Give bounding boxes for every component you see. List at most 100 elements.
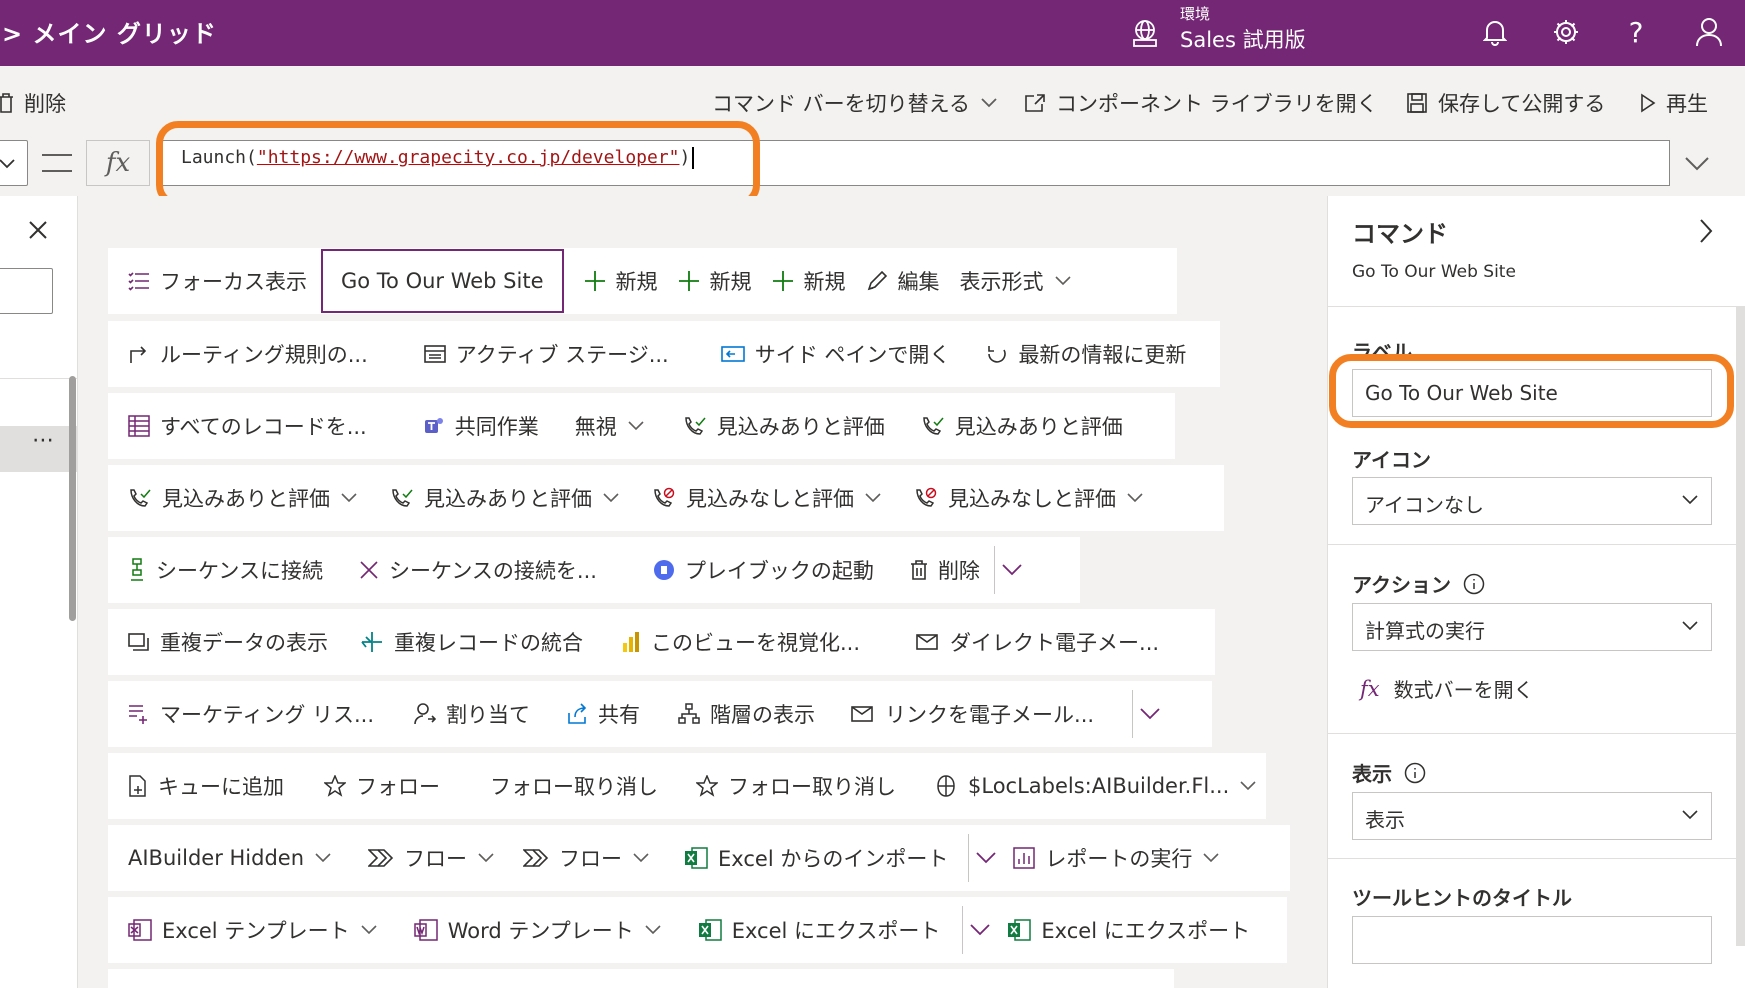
command-marketing-list[interactable]: マーケティング リス...: [108, 681, 374, 747]
tooltip-title-input[interactable]: [1352, 916, 1712, 964]
command-disqualify[interactable]: 見込みなしと評価: [620, 465, 882, 531]
icon-heading-text: アイコン: [1352, 448, 1431, 472]
fx-icon[interactable]: fx: [86, 140, 150, 186]
equals-icon: [42, 154, 72, 172]
queue-add-icon: [129, 775, 146, 797]
command-add-to-queue[interactable]: キューに追加: [108, 753, 284, 819]
help-icon[interactable]: ?: [1619, 15, 1653, 49]
command-assign[interactable]: 割り当て: [374, 681, 530, 747]
command-all-records[interactable]: すべてのレコードを...: [108, 393, 367, 459]
command-export-excel[interactable]: Excel にエクスポート: [991, 897, 1250, 963]
command-label: フロー: [559, 847, 623, 871]
visibility-dropdown[interactable]: 表示: [1352, 792, 1712, 840]
command-label: フォロー: [356, 775, 440, 799]
command-word-template[interactable]: Word テンプレート: [378, 897, 662, 963]
studio-command-bar: 削除 コマンド バーを切り替える コンポーネント ライブラリを開く 保存して公開…: [0, 66, 1745, 136]
command-disconnect-sequence[interactable]: シーケンスの接続を...: [323, 537, 597, 603]
command-new[interactable]: 新規: [752, 248, 846, 314]
command-merge-duplicates[interactable]: 重複レコードの統合: [328, 609, 583, 675]
command-new[interactable]: 新規: [564, 248, 658, 314]
command-unfollow[interactable]: フォロー取り消し: [440, 753, 658, 819]
command-qualify[interactable]: 見込みありと評価: [885, 393, 1123, 459]
chevron-right-icon[interactable]: [1698, 218, 1714, 244]
action-dropdown[interactable]: 計算式の実行: [1352, 603, 1712, 651]
command-refresh[interactable]: 最新の情報に更新: [950, 321, 1186, 387]
command-disqualify[interactable]: 見込みなしと評価: [882, 465, 1144, 531]
command-launch-playbook[interactable]: プレイブックの起動: [597, 537, 874, 603]
command-focus-view[interactable]: フォーカス表示: [108, 248, 307, 314]
environment-icon[interactable]: [1128, 16, 1162, 50]
command-routing-rule[interactable]: ルーティング規則の...: [108, 321, 368, 387]
save-and-publish-button[interactable]: 保存して公開する: [1406, 88, 1605, 118]
command-display-format[interactable]: 表示形式: [940, 248, 1072, 314]
info-icon[interactable]: [1404, 762, 1426, 784]
command-share[interactable]: 共有: [530, 681, 640, 747]
command-active-stage[interactable]: アクティブ ステージ...: [368, 321, 669, 387]
close-icon[interactable]: [28, 220, 48, 240]
command-unfollow[interactable]: フォロー取り消し: [658, 753, 896, 819]
gear-icon[interactable]: [1549, 15, 1583, 49]
command-new[interactable]: 新規: [658, 248, 752, 314]
command-direct-email[interactable]: ダイレクト電子メー...: [860, 609, 1159, 675]
user-icon[interactable]: [1692, 15, 1726, 49]
icon-dropdown[interactable]: アイコンなし: [1352, 477, 1712, 525]
more-options-icon[interactable]: ⋯: [32, 428, 54, 453]
star-icon: [324, 775, 346, 797]
overflow-chevron-button[interactable]: [1133, 681, 1161, 747]
text-caret: [692, 147, 695, 169]
command-label: Excel テンプレート: [162, 919, 350, 943]
scrollbar[interactable]: [69, 376, 76, 621]
command-open-side-pane[interactable]: サイド ペインで開く: [669, 321, 950, 387]
open-formula-bar-link[interactable]: fx 数式バーを開く: [1360, 674, 1534, 703]
open-component-library-button[interactable]: コンポーネント ライブラリを開く: [1024, 88, 1378, 118]
overflow-chevron-button[interactable]: [963, 897, 991, 963]
property-dropdown[interactable]: [0, 140, 28, 186]
command-label: フォロー取り消し: [490, 775, 658, 799]
command-excel-template[interactable]: Excel テンプレート: [108, 897, 378, 963]
bell-icon[interactable]: [1478, 15, 1512, 49]
command-flow[interactable]: フロー: [495, 825, 650, 891]
command-email-link[interactable]: リンクを電子メール...: [815, 681, 1094, 747]
expand-formula-chevron-icon[interactable]: [1684, 156, 1710, 172]
overflow-chevron-button[interactable]: [969, 825, 997, 891]
play-button[interactable]: 再生: [1640, 88, 1708, 118]
formula-input[interactable]: Launch("https://www.grapecity.co.jp/deve…: [160, 140, 1670, 186]
command-view-hierarchy[interactable]: 階層の表示: [640, 681, 815, 747]
command-delete[interactable]: 削除: [874, 537, 980, 603]
delete-button[interactable]: 削除: [0, 88, 66, 118]
command-flow[interactable]: フロー: [332, 825, 495, 891]
chevron-down-icon: [1682, 495, 1698, 505]
command-qualify[interactable]: 見込みありと評価: [645, 393, 885, 459]
command-follow[interactable]: フォロー: [284, 753, 440, 819]
command-qualify[interactable]: 見込みありと評価: [358, 465, 620, 531]
command-import-excel[interactable]: Excel からのインポート: [650, 825, 948, 891]
command-label: 最新の情報に更新: [1018, 343, 1187, 367]
command-run-report[interactable]: レポートの実行: [997, 825, 1220, 891]
list-icon: [128, 272, 149, 291]
scrollbar[interactable]: [1736, 306, 1745, 946]
flow-icon: [523, 849, 549, 867]
command-connect-sequence[interactable]: シーケンスに接続: [108, 537, 323, 603]
command-go-to-our-web-site[interactable]: Go To Our Web Site: [321, 249, 564, 313]
command-show-duplicates[interactable]: 重複データの表示: [108, 609, 328, 675]
command-export-excel[interactable]: Excel にエクスポート: [662, 897, 940, 963]
command-ai-builder-hidden[interactable]: AIBuilder Hidden: [108, 825, 332, 891]
command-edit[interactable]: 編集: [846, 248, 940, 314]
fx-icon: fx: [1360, 676, 1380, 701]
command-ai-builder-flow[interactable]: $LocLabels:AIBuilder.Fl...: [896, 753, 1257, 819]
info-icon[interactable]: [1463, 573, 1485, 595]
page-title[interactable]: > メイン グリッド: [2, 14, 217, 49]
overflow-chevron-button[interactable]: [995, 537, 1023, 603]
command-ignore[interactable]: 無視: [539, 393, 645, 459]
command-bar-row: Excel テンプレート Word テンプレート Excel にエクスポート E…: [108, 897, 1287, 963]
command-qualify[interactable]: 見込みありと評価: [108, 465, 358, 531]
command-visualize-view[interactable]: このビューを視覚化...: [583, 609, 860, 675]
search-input[interactable]: [0, 268, 53, 314]
mail-icon: [916, 634, 938, 650]
command-label: マーケティング リス...: [160, 703, 375, 727]
environment-name[interactable]: Sales 試用版: [1180, 24, 1306, 54]
label-input[interactable]: Go To Our Web Site: [1352, 369, 1712, 417]
command-label: 表示形式: [959, 270, 1044, 294]
toggle-command-bar-button[interactable]: コマンド バーを切り替える: [712, 88, 998, 118]
command-collaborate[interactable]: 共同作業: [367, 393, 539, 459]
